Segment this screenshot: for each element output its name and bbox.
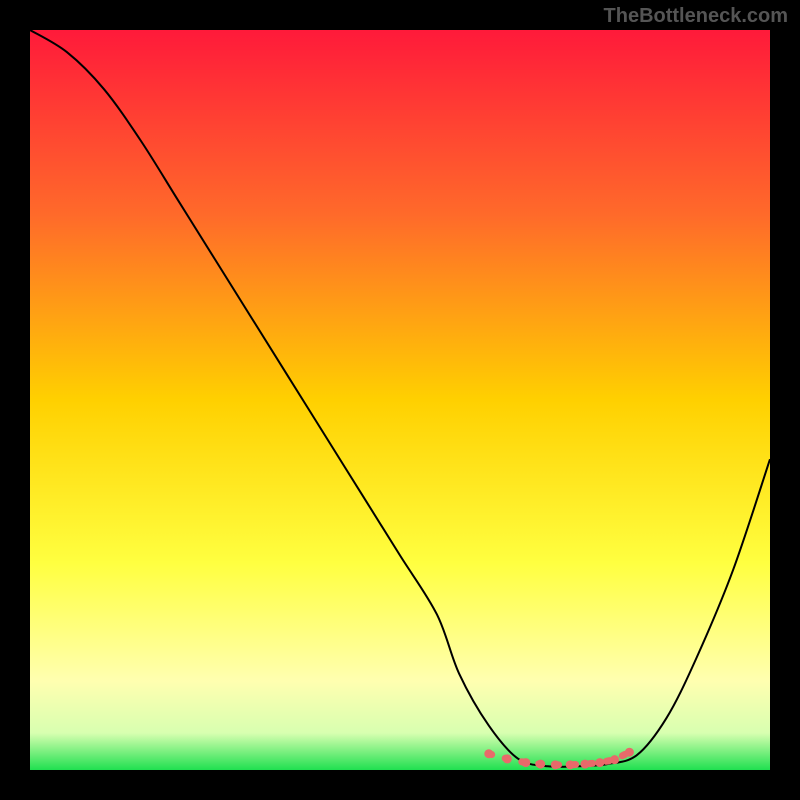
watermark-text: TheBottleneck.com xyxy=(604,5,788,28)
chart-container: { "watermark": "TheBottleneck.com", "cha… xyxy=(0,0,800,800)
bottleneck-chart xyxy=(0,0,800,800)
